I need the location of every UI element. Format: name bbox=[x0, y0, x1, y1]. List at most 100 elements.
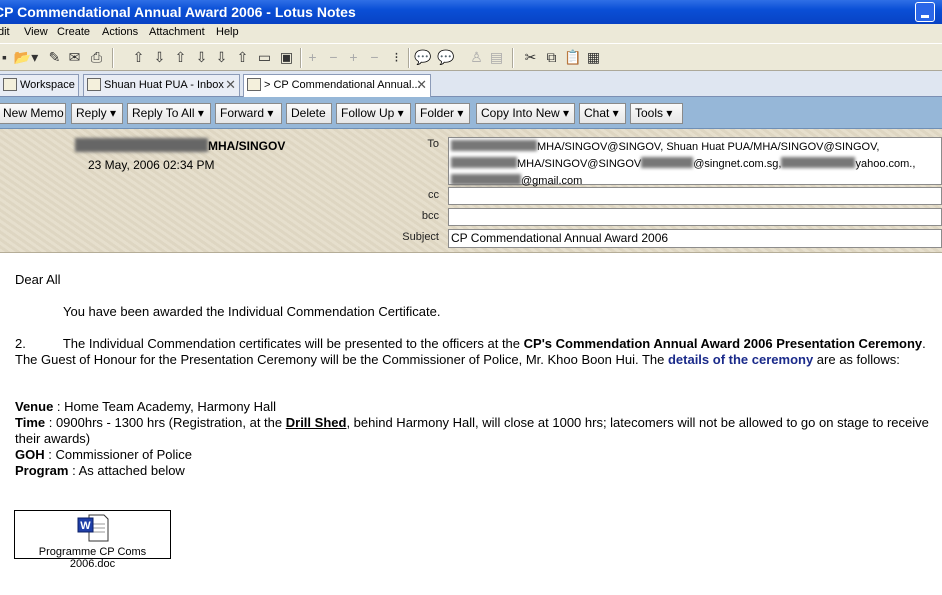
navigate-down-icon[interactable]: ⇩ bbox=[193, 49, 210, 66]
close-icon[interactable]: ✕ bbox=[416, 75, 427, 95]
inbox-icon bbox=[87, 78, 101, 91]
chat-bubble-icon[interactable]: 💬 bbox=[414, 49, 431, 66]
tab-label: Shuan Huat PUA - Inbox bbox=[104, 79, 224, 91]
workspace-icon bbox=[3, 78, 17, 91]
expand-icon[interactable]: + bbox=[304, 49, 321, 66]
word-letter: W bbox=[80, 520, 91, 532]
paste-icon[interactable]: 📋 bbox=[564, 49, 581, 66]
redacted-text bbox=[641, 157, 694, 168]
chat-bubbles-icon[interactable]: 💬 bbox=[437, 49, 454, 66]
greeting: Dear All bbox=[15, 272, 61, 287]
open-folder-icon[interactable]: 📂▾ bbox=[12, 49, 40, 66]
subject-field[interactable]: CP Commendational Annual Award 2006 bbox=[448, 229, 942, 248]
to-line2a: MHA/SINGOV@SINGOV bbox=[517, 158, 642, 170]
print-icon[interactable]: ⎙ bbox=[88, 49, 105, 66]
sender-suffix: MHA/SINGOV bbox=[208, 139, 286, 153]
ceremony-name: CP's Commendation Annual Award 2006 Pres… bbox=[523, 336, 923, 351]
follow-up-button[interactable]: Follow Up ▾ bbox=[336, 103, 411, 124]
to-line2c: yahoo.com., bbox=[855, 158, 916, 170]
goh-value: : Commissioner of Police bbox=[44, 447, 193, 462]
time-value-a: : 0900hrs - 1300 hrs (Registration, at t… bbox=[45, 415, 286, 430]
redacted-text bbox=[75, 138, 208, 152]
folder-button[interactable]: Folder ▾ bbox=[415, 103, 470, 124]
paragraph-2-text-c: are as follows: bbox=[813, 352, 900, 367]
toolbar-separator bbox=[408, 48, 410, 68]
cc-field[interactable] bbox=[448, 187, 942, 205]
copy-into-new-button[interactable]: Copy Into New ▾ bbox=[476, 103, 575, 124]
folder-icon[interactable]: ▭ bbox=[256, 49, 273, 66]
drill-shed-text: Drill Shed bbox=[285, 415, 347, 430]
toolbar-separator bbox=[300, 48, 302, 68]
tab-label: Workspace bbox=[20, 79, 75, 91]
menu-view[interactable]: View bbox=[24, 26, 48, 38]
to-line2b: @singnet.com.sg, bbox=[693, 158, 782, 170]
toolbar-separator bbox=[512, 48, 514, 68]
minimize-button[interactable] bbox=[915, 2, 935, 22]
tab-inbox[interactable]: Shuan Huat PUA - Inbox ✕ bbox=[83, 74, 240, 96]
reply-to-all-button[interactable]: Reply To All ▾ bbox=[127, 103, 211, 124]
menu-actions[interactable]: Actions bbox=[102, 26, 138, 38]
redacted-text bbox=[781, 157, 856, 168]
memo-header: MHA/SINGOV 23 May, 2006 02:34 PM To MHA/… bbox=[0, 129, 942, 253]
delete-button[interactable]: Delete bbox=[286, 103, 332, 124]
paragraph-1: You have been awarded the Individual Com… bbox=[63, 304, 441, 319]
to-label: To bbox=[427, 138, 439, 150]
collapse-all-icon[interactable]: − bbox=[366, 49, 383, 66]
action-bar: New Memo Reply ▾ Reply To All ▾ Forward … bbox=[0, 97, 942, 129]
menu-edit[interactable]: dit bbox=[0, 26, 10, 38]
view-icon[interactable]: ▣ bbox=[278, 49, 295, 66]
tools-button[interactable]: Tools ▾ bbox=[630, 103, 683, 124]
redacted-text bbox=[451, 174, 521, 185]
copy-icon[interactable]: ⧉ bbox=[543, 49, 560, 66]
redacted-text bbox=[451, 157, 517, 168]
next-unread-icon[interactable]: ⇩ bbox=[213, 49, 230, 66]
new-memo-button[interactable]: New Memo bbox=[0, 103, 66, 124]
expand-all-icon[interactable]: + bbox=[345, 49, 362, 66]
edit-icon[interactable]: ✎ bbox=[46, 49, 63, 66]
paragraph-2-text-a: The Individual Commendation certificates… bbox=[62, 336, 524, 351]
word-document-icon: W bbox=[77, 514, 109, 542]
bcc-field[interactable] bbox=[448, 208, 942, 226]
more-icon[interactable]: ⁝ bbox=[388, 49, 405, 66]
program-line: Program : As attached below bbox=[15, 463, 940, 479]
memo-icon bbox=[247, 78, 261, 91]
cc-label: cc bbox=[428, 189, 439, 201]
menu-attachment[interactable]: Attachment bbox=[149, 26, 205, 38]
details-link[interactable]: details of the ceremony bbox=[668, 352, 813, 367]
document-icon[interactable]: ▤ bbox=[488, 49, 505, 66]
navigate-first-icon[interactable]: ⇧ bbox=[130, 49, 147, 66]
paragraph-2: 2. The Individual Commendation certificat… bbox=[15, 336, 940, 368]
to-field[interactable]: MHA/SINGOV@SINGOV, Shuan Huat PUA/MHA/SI… bbox=[448, 137, 942, 187]
mail-icon[interactable]: ✉ bbox=[66, 49, 83, 66]
goh-label: GOH bbox=[15, 447, 45, 462]
person-icon[interactable]: ♙ bbox=[468, 49, 485, 66]
close-icon[interactable]: ✕ bbox=[225, 75, 236, 95]
navigate-next-icon[interactable]: ⇩ bbox=[151, 49, 168, 66]
menu-bar: dit View Create Actions Attachment Help bbox=[0, 24, 942, 43]
paste-special-icon[interactable]: ▦ bbox=[585, 49, 602, 66]
tab-memo[interactable]: > CP Commendational Annual... ✕ bbox=[243, 74, 431, 97]
tab-workspace[interactable]: Workspace bbox=[0, 74, 79, 96]
program-value: : As attached below bbox=[68, 463, 185, 478]
reply-button[interactable]: Reply ▾ bbox=[71, 103, 123, 124]
bcc-label: bcc bbox=[421, 210, 439, 222]
program-label: Program bbox=[15, 463, 69, 478]
cut-icon[interactable]: ✂ bbox=[522, 49, 539, 66]
menu-help[interactable]: Help bbox=[216, 26, 239, 38]
paragraph-number: 2. bbox=[15, 336, 26, 351]
attachment[interactable]: W Programme CP Coms 2006.doc bbox=[14, 510, 171, 570]
collapse-icon[interactable]: − bbox=[325, 49, 342, 66]
subject-label: Subject bbox=[402, 231, 439, 243]
venue-label: Venue bbox=[15, 399, 54, 414]
tab-label: > CP Commendational Annual... bbox=[264, 79, 421, 91]
navigate-up-icon[interactable]: ⇧ bbox=[172, 49, 189, 66]
menu-create[interactable]: Create bbox=[57, 26, 90, 38]
forward-button[interactable]: Forward ▾ bbox=[215, 103, 282, 124]
prev-unread-icon[interactable]: ⇧ bbox=[234, 49, 251, 66]
goh-line: GOH : Commissioner of Police bbox=[15, 447, 940, 463]
venue-value: : Home Team Academy, Harmony Hall bbox=[53, 399, 277, 414]
sent-date: 23 May, 2006 02:34 PM bbox=[88, 158, 215, 172]
to-line1: MHA/SINGOV@SINGOV, Shuan Huat PUA/MHA/SI… bbox=[537, 141, 880, 153]
tab-bar: Workspace Shuan Huat PUA - Inbox ✕ > CP … bbox=[0, 71, 942, 97]
chat-button[interactable]: Chat ▾ bbox=[579, 103, 626, 124]
